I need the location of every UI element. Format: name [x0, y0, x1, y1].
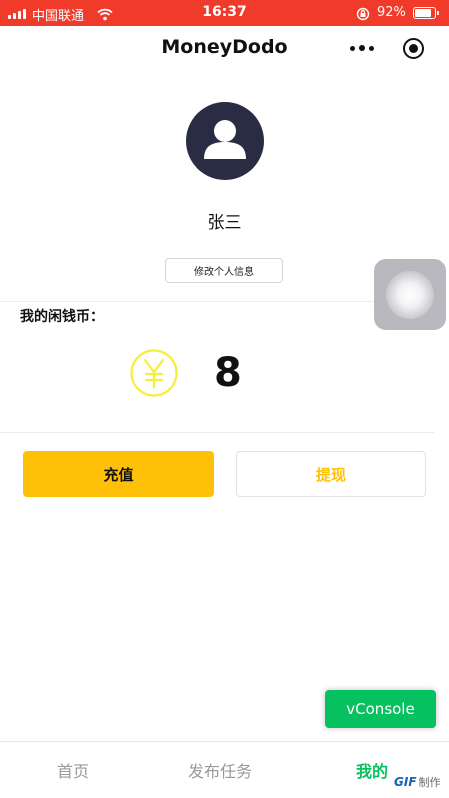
coins-label: 我的闲钱币： [20, 309, 104, 325]
page-title: MoneyDodo [161, 36, 288, 58]
more-icon[interactable] [350, 45, 374, 51]
yuan-icon [130, 349, 178, 397]
tab-publish-task[interactable]: 发布任务 [188, 758, 252, 782]
target-icon[interactable] [403, 38, 424, 59]
page: 中国联通 16:37 92% MoneyDodo 张三 修改个人信息 我的闲钱币… [0, 0, 449, 798]
divider [0, 432, 434, 433]
tab-home[interactable]: 首页 [57, 758, 89, 782]
avatar[interactable] [186, 102, 264, 180]
battery-percent: 92% [377, 5, 406, 20]
floating-assistive-button[interactable] [374, 259, 446, 330]
tab-bar: 首页 发布任务 我的 [0, 741, 449, 798]
status-bar: 中国联通 16:37 92% [0, 0, 449, 26]
tab-mine[interactable]: 我的 [356, 758, 388, 782]
battery-icon [413, 7, 439, 19]
vconsole-button[interactable]: vConsole [325, 690, 436, 728]
recharge-button[interactable]: 充值 [23, 451, 214, 497]
withdraw-button[interactable]: 提现 [236, 451, 426, 497]
edit-profile-button[interactable]: 修改个人信息 [165, 258, 283, 283]
rotation-lock-icon [356, 6, 370, 25]
user-icon [204, 120, 246, 159]
user-name: 张三 [207, 213, 242, 233]
coin-balance: 8 [214, 350, 242, 396]
watermark-logo-text: GIF [394, 775, 417, 789]
watermark-text: 制作 [418, 776, 441, 789]
divider [0, 301, 434, 302]
watermark-logo: GIF 制作 [394, 774, 441, 790]
